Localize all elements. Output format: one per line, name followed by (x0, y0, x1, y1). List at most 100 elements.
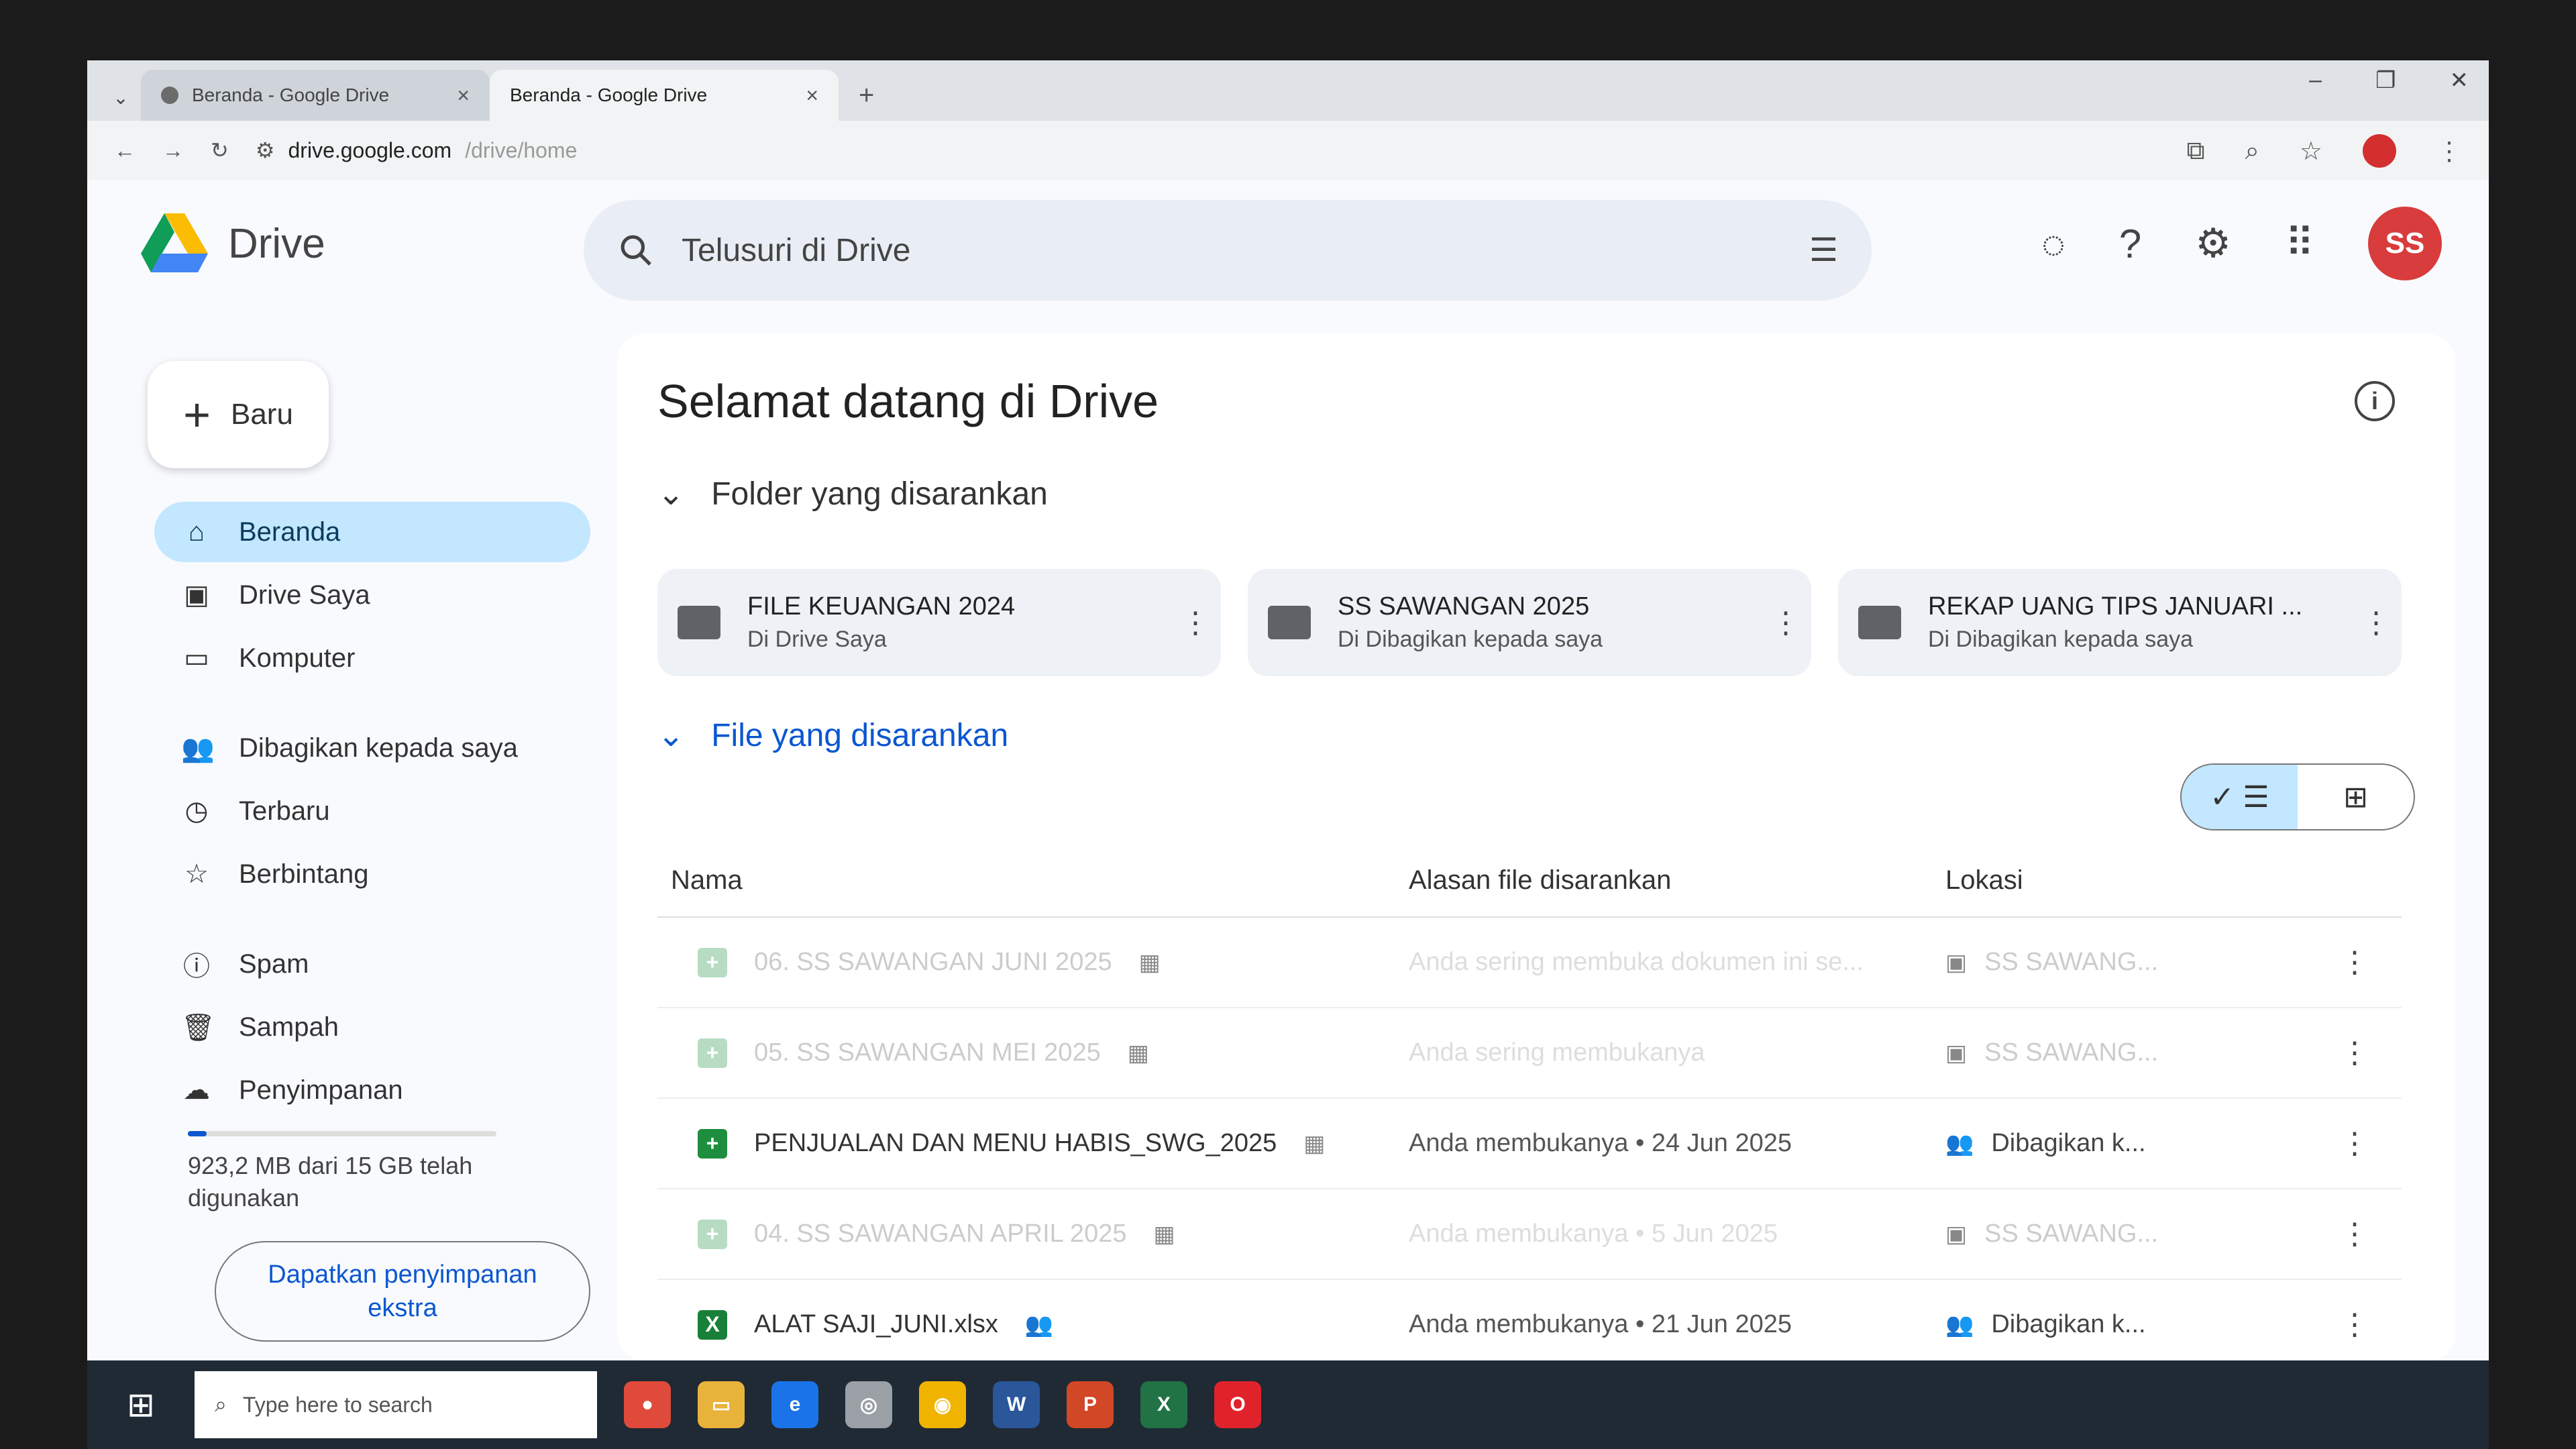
chrome-red-taskbar-icon[interactable]: ● (624, 1381, 671, 1428)
home-icon: ⌂ (188, 517, 205, 547)
chrome-icon[interactable]: ◉ (919, 1381, 966, 1428)
get-more-storage-button[interactable]: Dapatkan penyimpanan ekstra (215, 1241, 590, 1342)
apps-grid-icon[interactable]: ⠿ (2285, 220, 2314, 267)
sheets-icon: + (698, 947, 727, 977)
column-header-reason: Alasan file disarankan (1409, 865, 1672, 895)
browser-profile-icon[interactable] (2363, 134, 2396, 168)
restore-icon[interactable]: ❐ (2375, 67, 2396, 94)
reload-icon[interactable]: ↻ (211, 138, 229, 163)
list-view-button[interactable]: ✓ ☰ (2182, 765, 2298, 829)
more-actions-icon[interactable]: ⋮ (2361, 606, 2391, 640)
word-icon[interactable]: W (993, 1381, 1040, 1428)
suggested-folders-toggle[interactable]: ⌄ Folder yang disarankan (657, 475, 1048, 513)
close-window-icon[interactable]: ✕ (2450, 67, 2469, 94)
tab-search-chevron-icon[interactable]: ⌄ (101, 74, 141, 121)
whatsapp-icon[interactable]: ◎ (845, 1381, 892, 1428)
settings-gear-icon[interactable]: ⚙ (2195, 220, 2231, 267)
folder-name: REKAP UANG TIPS JANUARI ... (1928, 592, 2303, 621)
clock-icon: ◷ (184, 796, 209, 826)
sidebar-item-beranda[interactable]: ⌂ Beranda (154, 502, 590, 562)
sidebar-item-label: Komputer (239, 643, 356, 673)
site-info-icon[interactable]: ⚙ (256, 138, 275, 163)
file-explorer-icon[interactable]: ▭ (698, 1381, 745, 1428)
windows-start-icon[interactable]: ⊞ (114, 1385, 168, 1424)
browser-tab-active[interactable]: Beranda - Google Drive × (490, 70, 839, 121)
close-tab-icon[interactable]: × (806, 83, 818, 108)
info-icon[interactable]: i (2355, 381, 2395, 421)
view-toggle: ✓ ☰ ⊞ (2180, 763, 2415, 830)
app-name: Drive (228, 220, 325, 267)
folder-card[interactable]: REKAP UANG TIPS JANUARI ... Di Dibagikan… (1838, 569, 2402, 676)
more-actions-icon[interactable]: ⋮ (2321, 1307, 2388, 1342)
grid-view-button[interactable]: ⊞ (2298, 765, 2414, 829)
more-actions-icon[interactable]: ⋮ (1771, 606, 1801, 640)
table-row[interactable]: +06. SS SAWANGAN JUNI 2025 ▦ Anda sering … (657, 918, 2402, 1008)
more-actions-icon[interactable]: ⋮ (2321, 1126, 2388, 1161)
more-actions-icon[interactable]: ⋮ (2321, 945, 2388, 979)
sidebar-item-penyimpanan[interactable]: ☁ Penyimpanan (154, 1060, 590, 1120)
list-view-icon: ✓ ☰ (2210, 780, 2269, 814)
sidebar-item-label: Terbaru (239, 796, 330, 826)
more-actions-icon[interactable]: ⋮ (1181, 606, 1210, 640)
minimize-icon[interactable]: – (2309, 67, 2322, 94)
sidebar-item-sampah[interactable]: 🗑 Sampah (154, 997, 590, 1057)
file-location: SS SAWANG... (1984, 948, 2159, 976)
table-row[interactable]: + PENJUALAN DAN MENU HABIS_SWG_2025 ▦ Anda… (657, 1099, 2402, 1189)
zoom-icon[interactable]: ⌕ (2245, 137, 2259, 166)
install-app-icon[interactable]: ⧉ (2187, 137, 2205, 166)
sidebar-item-terbaru[interactable]: ◷ Terbaru (154, 781, 590, 841)
taskbar-search-input[interactable]: ⌕ Type here to search (195, 1371, 597, 1438)
address-bar[interactable]: ⚙ drive.google.com /drive/home (256, 138, 578, 163)
window-controls: – ❐ ✕ (2309, 67, 2469, 94)
trash-icon: 🗑 (181, 1012, 215, 1042)
edge-icon[interactable]: e (771, 1381, 818, 1428)
suggested-files-toggle[interactable]: ⌄ File yang disarankan (657, 716, 1008, 754)
file-location: Dibagikan k... (1991, 1129, 2146, 1157)
more-actions-icon[interactable]: ⋮ (2321, 1217, 2388, 1251)
file-location: Dibagikan k... (1991, 1310, 2146, 1338)
opera-icon[interactable]: O (1214, 1381, 1261, 1428)
sidebar-item-label: Spam (239, 949, 309, 979)
forward-icon[interactable]: → (162, 138, 184, 163)
folder-card[interactable]: SS SAWANGAN 2025 Di Dibagikan kepada say… (1248, 569, 1811, 676)
excel-icon: X (698, 1309, 727, 1340)
help-icon[interactable]: ? (2119, 221, 2141, 267)
bookmark-star-icon[interactable]: ☆ (2300, 136, 2322, 166)
folder-card[interactable]: FILE KEUANGAN 2024 Di Drive Saya ⋮ (657, 569, 1221, 676)
sidebar-item-spam[interactable]: ⓘ Spam (154, 934, 590, 994)
file-name: 04. SS SAWANGAN APRIL 2025 (754, 1220, 1127, 1248)
sidebar-item-dibagikan[interactable]: 👥 Dibagikan kepada saya (154, 718, 590, 778)
file-location: SS SAWANG... (1984, 1220, 2159, 1248)
browser-menu-icon[interactable]: ⋮ (2436, 136, 2462, 166)
drive-logo[interactable]: Drive (141, 213, 325, 274)
new-tab-icon[interactable]: + (839, 70, 894, 121)
browser-tab[interactable]: Beranda - Google Drive × (141, 70, 490, 121)
more-actions-icon[interactable]: ⋮ (2321, 1036, 2388, 1070)
address-path: /drive/home (465, 138, 578, 162)
column-header-name[interactable]: Nama (657, 865, 1409, 896)
table-row[interactable]: +04. SS SAWANGAN APRIL 2025 ▦ Anda membuk… (657, 1189, 2402, 1280)
sheets-icon: + (698, 1219, 727, 1249)
table-icon: ▦ (1138, 949, 1161, 975)
table-row[interactable]: +05. SS SAWANGAN MEI 2025 ▦ Anda sering m… (657, 1008, 2402, 1099)
new-button[interactable]: + Baru (148, 361, 329, 468)
address-host: drive.google.com (288, 138, 452, 162)
tab-strip: ⌄ Beranda - Google Drive × Beranda - Goo… (87, 60, 2489, 121)
sheets-icon: + (698, 1038, 727, 1068)
powerpoint-icon[interactable]: P (1067, 1381, 1114, 1428)
table-row[interactable]: X ALAT SAJI_JUNI.xlsx 👥 Anda membukanya • … (657, 1280, 2402, 1371)
search-input[interactable]: Telusuri di Drive (682, 232, 1782, 269)
back-icon[interactable]: ← (114, 138, 136, 163)
sidebar-item-berbintang[interactable]: ☆ Berbintang (154, 844, 590, 904)
account-avatar[interactable]: SS (2368, 207, 2442, 280)
sheets-icon: + (698, 1128, 727, 1159)
search-bar[interactable]: Telusuri di Drive ☰ (584, 200, 1872, 301)
offline-status-icon[interactable]: ◌ (2041, 221, 2065, 267)
close-tab-icon[interactable]: × (457, 83, 470, 108)
search-filter-icon[interactable]: ☰ (1809, 231, 1838, 269)
table-icon: ▦ (1153, 1221, 1175, 1247)
sidebar-item-komputer[interactable]: ▭ Komputer (154, 628, 590, 688)
suggested-folders-heading: Folder yang disarankan (711, 476, 1048, 512)
sidebar-item-drive-saya[interactable]: ▣ Drive Saya (154, 565, 590, 625)
excel-taskbar-icon[interactable]: X (1140, 1381, 1187, 1428)
